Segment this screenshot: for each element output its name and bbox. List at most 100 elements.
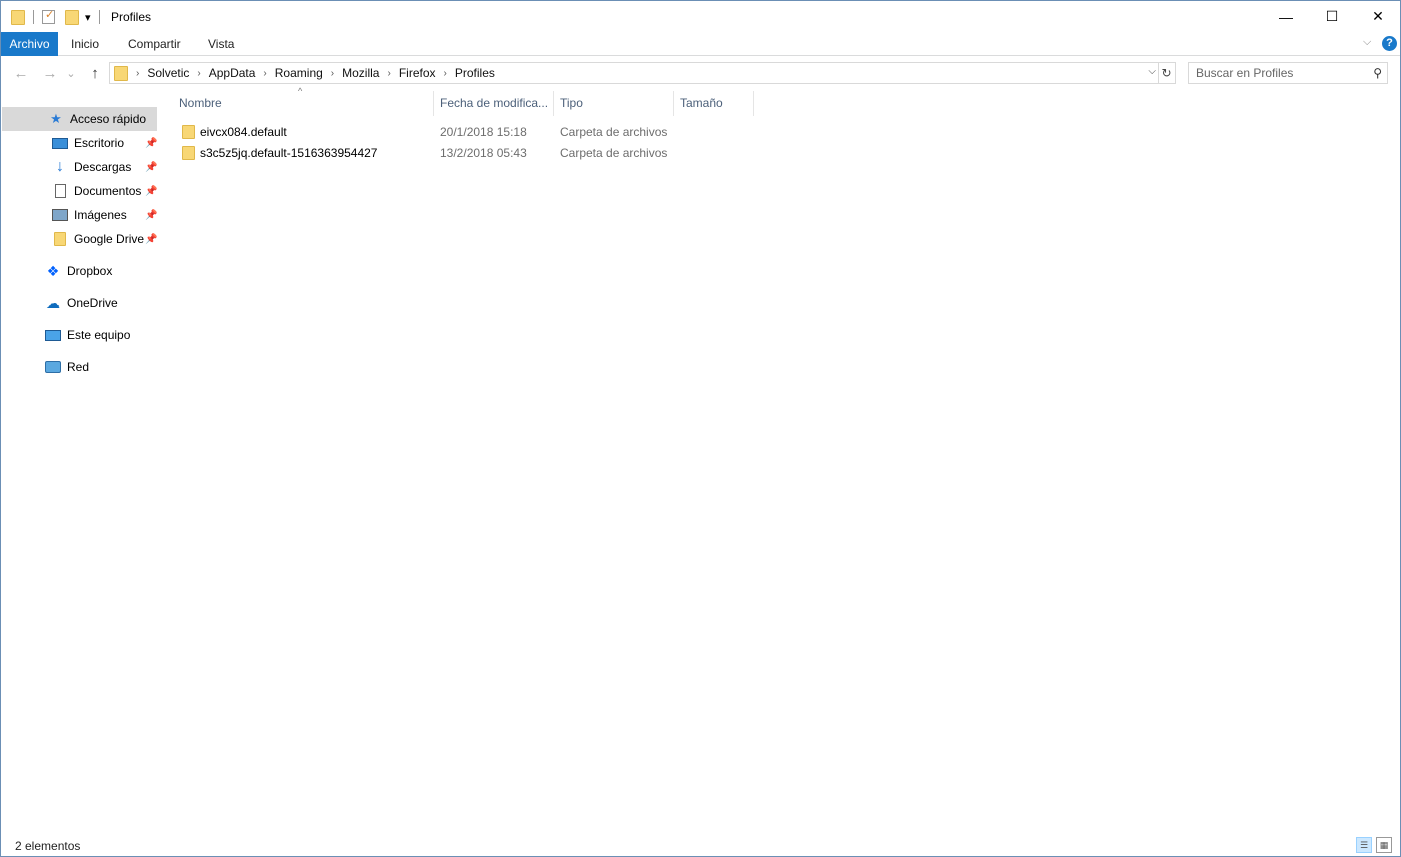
large-icons-view-icon[interactable]: ▦ xyxy=(1376,837,1392,853)
new-folder-icon[interactable] xyxy=(65,9,79,25)
file-row[interactable]: s3c5z5jq.default-1516363954427 13/2/2018… xyxy=(178,143,753,164)
nav-item-quick-access[interactable]: ★ Acceso rápido xyxy=(2,107,157,131)
file-row[interactable]: eivcx084.default 20/1/2018 15:18 Carpeta… xyxy=(178,122,753,143)
search-box[interactable]: ⚲ xyxy=(1188,62,1388,84)
file-date: 13/2/2018 05:43 xyxy=(440,146,527,160)
details-view-icon[interactable]: ☰ xyxy=(1356,837,1372,853)
nav-item-label: Escritorio xyxy=(74,136,125,150)
network-icon xyxy=(45,359,61,375)
nav-item-label: Descargas xyxy=(74,160,132,174)
nav-item-label: Este equipo xyxy=(67,328,131,342)
navigation-pane: ★ Acceso rápido Escritorio 📌 ↓ Descargas… xyxy=(2,101,159,831)
help-icon[interactable]: ? xyxy=(1382,36,1397,51)
address-dropdown-icon[interactable]: ⌵ xyxy=(1148,66,1156,77)
file-name: eivcx084.default xyxy=(200,125,287,139)
nav-item-label: Acceso rápido xyxy=(70,112,147,126)
breadcrumb-separator[interactable]: › xyxy=(136,68,139,79)
nav-item-label: Imágenes xyxy=(74,208,127,222)
breadcrumb-solvetic[interactable]: Solvetic xyxy=(147,66,189,80)
breadcrumb-separator[interactable]: › xyxy=(444,68,447,79)
download-arrow-icon: ↓ xyxy=(56,158,64,175)
column-divider[interactable] xyxy=(553,91,554,116)
nav-item-google-drive[interactable]: Google Drive xyxy=(2,227,159,251)
search-input[interactable] xyxy=(1189,63,1359,83)
breadcrumb-profiles[interactable]: Profiles xyxy=(455,66,495,80)
nav-item-este-equipo[interactable]: Este equipo xyxy=(2,323,159,347)
forward-button[interactable]: → xyxy=(40,63,60,83)
tab-vista[interactable]: Vista xyxy=(208,32,234,56)
nav-item-dropbox[interactable]: ❖ Dropbox xyxy=(2,259,159,283)
nav-item-label: Dropbox xyxy=(67,264,113,278)
nav-item-escritorio[interactable]: Escritorio xyxy=(2,131,159,155)
breadcrumb-roaming[interactable]: Roaming xyxy=(275,66,323,80)
search-icon[interactable]: ⚲ xyxy=(1373,66,1382,80)
nav-item-red[interactable]: Red xyxy=(2,355,159,379)
toolbar-divider xyxy=(33,10,34,24)
file-date: 20/1/2018 15:18 xyxy=(440,125,527,139)
dropbox-icon: ❖ xyxy=(46,262,60,279)
column-divider[interactable] xyxy=(433,91,434,116)
document-icon xyxy=(52,183,68,199)
nav-item-imagenes[interactable]: Imágenes xyxy=(2,203,159,227)
tab-inicio[interactable]: Inicio xyxy=(71,32,99,56)
pin-icon[interactable]: 📌 xyxy=(145,234,157,245)
tab-compartir[interactable]: Compartir xyxy=(128,32,181,56)
column-header-date[interactable]: Fecha de modifica... xyxy=(440,91,552,116)
column-header-name[interactable]: Nombre xyxy=(179,91,431,116)
refresh-button[interactable]: ↻ xyxy=(1158,62,1176,84)
status-item-count: 2 elementos xyxy=(15,839,81,853)
pin-icon[interactable]: 📌 xyxy=(145,186,157,197)
column-header-size[interactable]: Tamaño xyxy=(680,91,752,116)
tab-archivo[interactable]: Archivo xyxy=(1,32,58,56)
file-name: s3c5z5jq.default-1516363954427 xyxy=(200,146,378,160)
column-header-type[interactable]: Tipo xyxy=(560,91,672,116)
file-type: Carpeta de archivos xyxy=(560,146,668,160)
breadcrumb-mozilla[interactable]: Mozilla xyxy=(342,66,379,80)
customize-dropdown-icon[interactable]: ▾ xyxy=(85,11,91,24)
explorer-window: ✓ ▾ Profiles — ☐ ✕ Archivo Inicio Compar… xyxy=(0,0,1401,857)
close-button[interactable]: ✕ xyxy=(1355,1,1401,32)
view-toggle-group: ☰ ▦ xyxy=(1356,837,1392,853)
column-divider[interactable] xyxy=(673,91,674,116)
desktop-icon xyxy=(52,135,68,151)
address-bar[interactable]: › Solvetic › AppData › Roaming › Mozilla… xyxy=(109,62,1159,84)
breadcrumb-firefox[interactable]: Firefox xyxy=(399,66,436,80)
breadcrumb-separator[interactable]: › xyxy=(331,68,334,79)
cloud-icon: ☁ xyxy=(46,294,60,311)
expand-ribbon-icon[interactable]: ⌵ xyxy=(1363,36,1371,49)
nav-item-label: Red xyxy=(67,360,90,374)
nav-item-onedrive[interactable]: ☁ OneDrive xyxy=(2,291,159,315)
pin-icon[interactable]: 📌 xyxy=(145,162,157,173)
window-title: Profiles xyxy=(111,10,152,24)
title-divider xyxy=(98,10,100,24)
pictures-icon xyxy=(52,207,68,223)
file-type: Carpeta de archivos xyxy=(560,125,668,139)
recent-locations-button[interactable]: ⌄ xyxy=(64,63,78,83)
nav-item-label: OneDrive xyxy=(67,296,118,310)
breadcrumb-appdata[interactable]: AppData xyxy=(209,66,256,80)
back-button[interactable]: ← xyxy=(11,63,31,83)
folder-icon xyxy=(11,9,25,25)
computer-icon xyxy=(45,327,61,343)
nav-item-label: Documentos xyxy=(74,184,142,198)
maximize-button[interactable]: ☐ xyxy=(1309,1,1355,32)
minimize-button[interactable]: — xyxy=(1263,1,1309,32)
breadcrumb-separator[interactable]: › xyxy=(197,68,200,79)
folder-icon xyxy=(52,231,68,247)
breadcrumb-separator[interactable]: › xyxy=(387,68,390,79)
pin-icon[interactable]: 📌 xyxy=(145,138,157,149)
column-divider[interactable] xyxy=(753,91,754,116)
folder-icon xyxy=(182,125,195,139)
star-icon: ★ xyxy=(50,111,62,126)
ribbon-tabs: Archivo Inicio Compartir Vista ⌵ ? xyxy=(1,32,1400,56)
nav-item-label: Google Drive xyxy=(74,232,145,246)
up-button[interactable]: ↑ xyxy=(85,63,105,83)
folder-icon xyxy=(114,65,128,81)
pin-icon[interactable]: 📌 xyxy=(145,210,157,221)
folder-icon xyxy=(182,146,195,160)
nav-item-descargas[interactable]: ↓ Descargas xyxy=(2,155,159,179)
nav-item-documentos[interactable]: Documentos xyxy=(2,179,159,203)
breadcrumb-separator[interactable]: › xyxy=(263,68,266,79)
properties-check-icon[interactable]: ✓ xyxy=(42,9,55,24)
title-bar: ✓ ▾ Profiles — ☐ ✕ xyxy=(1,1,1400,32)
